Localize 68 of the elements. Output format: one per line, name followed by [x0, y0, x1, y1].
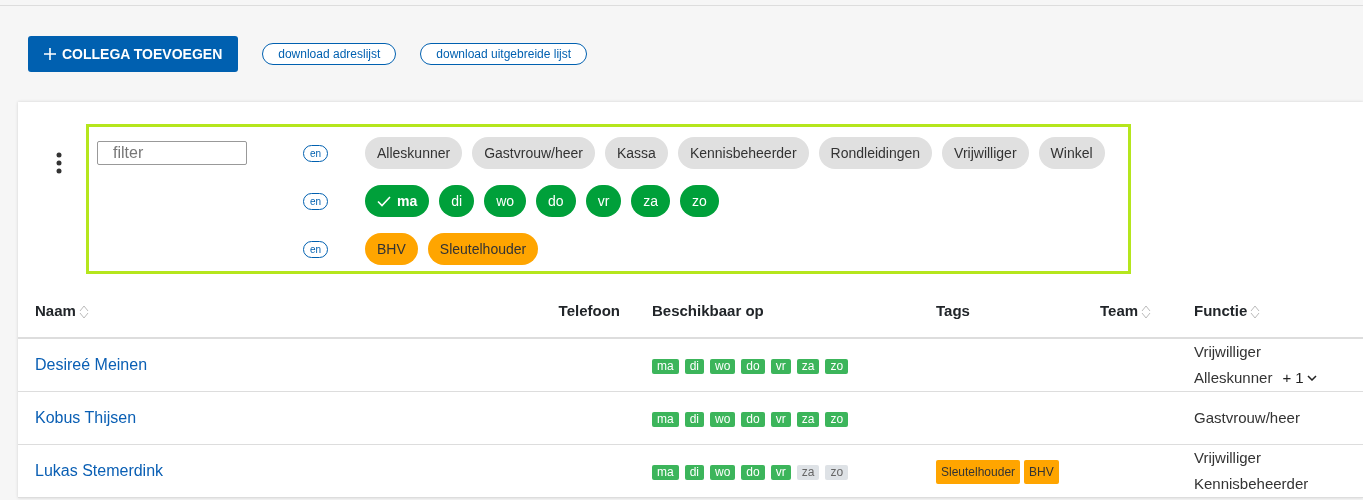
day-badge: do	[741, 411, 765, 427]
function-label: Alleskunner	[1194, 369, 1273, 386]
check-icon	[377, 195, 391, 207]
filter-chip[interactable]: Kassa	[605, 137, 668, 169]
day-badge: vr	[770, 411, 791, 427]
sort-icon[interactable]	[78, 303, 89, 320]
filter-field[interactable]: filter	[97, 141, 247, 165]
download-link[interactable]: download adreslijst	[262, 43, 397, 65]
more-functions-button[interactable]: + 1	[1282, 365, 1317, 391]
filter-chip[interactable]: ma	[365, 185, 430, 217]
person-link[interactable]: Desireé Meinen	[35, 353, 148, 377]
function-label: Gastvrouw/heer	[1194, 409, 1300, 426]
filter-chip[interactable]: BHV	[365, 233, 418, 265]
day-badge: do	[741, 464, 765, 480]
day-badge: wo	[710, 464, 736, 480]
filter-chip[interactable]: Alleskunner	[365, 137, 463, 169]
column-header: Team	[1100, 301, 1139, 322]
column-header: Beschikbaar op	[652, 301, 764, 322]
filter-chip[interactable]: Sleutelhouder	[427, 233, 539, 265]
operator-toggle[interactable]: en	[303, 240, 329, 258]
day-badge: za	[796, 358, 820, 374]
day-badge: wo	[710, 358, 736, 374]
operator-toggle[interactable]: en	[303, 192, 329, 210]
filter-chip[interactable]: Gastvrouw/heer	[472, 137, 595, 169]
tag-badge: BHV	[1024, 460, 1059, 484]
column-header: Naam	[35, 301, 76, 322]
operator-toggle[interactable]: en	[303, 144, 329, 162]
person-link[interactable]: Kobus Thijsen	[35, 406, 137, 430]
filter-chip[interactable]: do	[536, 185, 576, 217]
plus-icon	[44, 48, 56, 60]
column-header: Tags	[936, 301, 970, 322]
filter-chip[interactable]: Vrijwilliger	[942, 137, 1029, 169]
day-badge: do	[741, 358, 765, 374]
sort-icon[interactable]	[1250, 303, 1261, 320]
filter-chip[interactable]: Winkel	[1038, 137, 1105, 169]
day-badge: di	[684, 358, 704, 374]
tag-badge: Sleutelhouder	[936, 460, 1021, 484]
filter-chip[interactable]: zo	[680, 185, 719, 217]
day-badge: di	[684, 464, 704, 480]
day-badge: za	[796, 464, 820, 480]
day-badge: di	[684, 411, 704, 427]
person-link[interactable]: Lukas Stemerdink	[35, 459, 164, 483]
filter-chip[interactable]: vr	[585, 185, 622, 217]
day-badge: zo	[825, 411, 849, 427]
day-badge: vr	[770, 358, 791, 374]
sort-icon[interactable]	[1141, 303, 1152, 320]
column-header: Telefoon	[558, 301, 620, 322]
day-badge: zo	[825, 358, 849, 374]
day-badge: ma	[652, 464, 679, 480]
column-header: Functie	[1194, 301, 1248, 322]
day-badge: za	[796, 411, 820, 427]
function-label: Vrijwilliger	[1194, 449, 1261, 466]
filter-chip[interactable]: Rondleidingen	[818, 137, 933, 169]
add-colleague-button[interactable]: COLLEGA TOEVOEGEN	[28, 36, 239, 72]
day-badge: wo	[710, 411, 736, 427]
day-badge: ma	[652, 358, 679, 374]
day-badge: zo	[825, 464, 849, 480]
day-badge: vr	[770, 464, 791, 480]
filter-chip[interactable]: di	[439, 185, 475, 217]
download-link[interactable]: download uitgebreide lijst	[420, 43, 588, 65]
function-label: Vrijwilliger	[1194, 343, 1261, 360]
day-badge: ma	[652, 411, 679, 427]
filter-chip[interactable]: Kennisbeheerder	[677, 137, 809, 169]
filter-chip[interactable]: za	[631, 185, 671, 217]
function-label: Kennisbeheerder	[1194, 475, 1309, 492]
more-options-icon[interactable]	[56, 152, 62, 174]
filter-chip[interactable]: wo	[484, 185, 527, 217]
chevron-down-icon	[1306, 375, 1317, 381]
